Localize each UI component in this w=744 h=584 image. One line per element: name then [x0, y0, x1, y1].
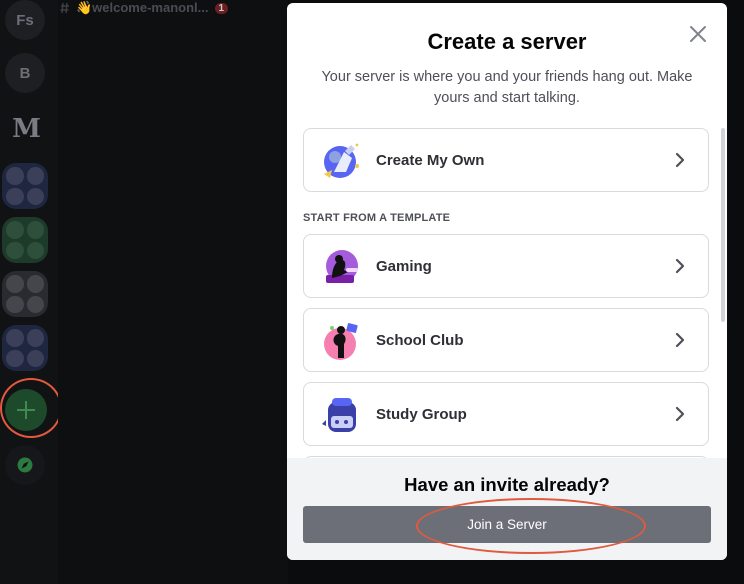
template-school-club-label: School Club — [376, 331, 464, 349]
create-my-own-label: Create My Own — [376, 151, 485, 169]
server-icon-b[interactable]: B — [5, 53, 45, 93]
invite-heading: Have an invite already? — [404, 474, 610, 495]
explore-servers-button[interactable] — [5, 445, 45, 485]
template-study-group-label: Study Group — [376, 405, 467, 423]
server-rail: Fs B M — [0, 0, 62, 584]
server-icon-fs[interactable]: Fs — [5, 0, 45, 40]
server-folder-2[interactable] — [2, 217, 48, 263]
hash-icon — [60, 2, 69, 14]
server-folder-3[interactable] — [2, 271, 48, 317]
mention-badge: 1 — [214, 2, 229, 14]
template-school-club-button[interactable]: School Club — [303, 308, 709, 372]
channel-header: 👋welcome-manonl... 1 — [58, 0, 229, 16]
study-group-illustration-icon — [322, 398, 356, 432]
chevron-right-icon — [675, 406, 685, 422]
options-scrollbar[interactable] — [721, 128, 725, 322]
channel-pane: 👋welcome-manonl... 1 — [58, 0, 288, 584]
create-server-modal: Create a server Your server is where you… — [287, 3, 727, 560]
template-section-heading: START FROM A TEMPLATE — [303, 212, 451, 224]
modal-subtitle: Your server is where you and your friend… — [321, 69, 693, 106]
gaming-illustration-icon — [326, 250, 358, 283]
create-my-own-button[interactable]: Create My Own — [303, 128, 709, 192]
create-own-illustration-icon — [324, 143, 359, 178]
server-icon-logo[interactable]: M — [5, 109, 45, 149]
highlight-circle-annotation — [0, 378, 62, 438]
template-gaming-label: Gaming — [376, 257, 432, 275]
chevron-right-icon — [675, 332, 685, 348]
join-server-button[interactable]: Join a Server — [303, 506, 711, 543]
options-list[interactable]: Create My Own START FROM A TEMPLATE Gami… — [303, 128, 711, 460]
server-folder-1[interactable] — [2, 163, 48, 209]
channel-name[interactable]: 👋welcome-manonl... — [76, 0, 209, 16]
server-folder-4[interactable] — [2, 325, 48, 371]
school-club-illustration-icon — [324, 323, 358, 360]
chevron-right-icon — [675, 152, 685, 168]
chevron-right-icon — [675, 258, 685, 274]
modal-title: Create a server — [427, 29, 587, 54]
modal-footer: Have an invite already? Join a Server — [287, 458, 727, 560]
compass-icon — [17, 457, 33, 473]
template-study-group-button[interactable]: Study Group — [303, 382, 709, 446]
template-gaming-button[interactable]: Gaming — [303, 234, 709, 298]
